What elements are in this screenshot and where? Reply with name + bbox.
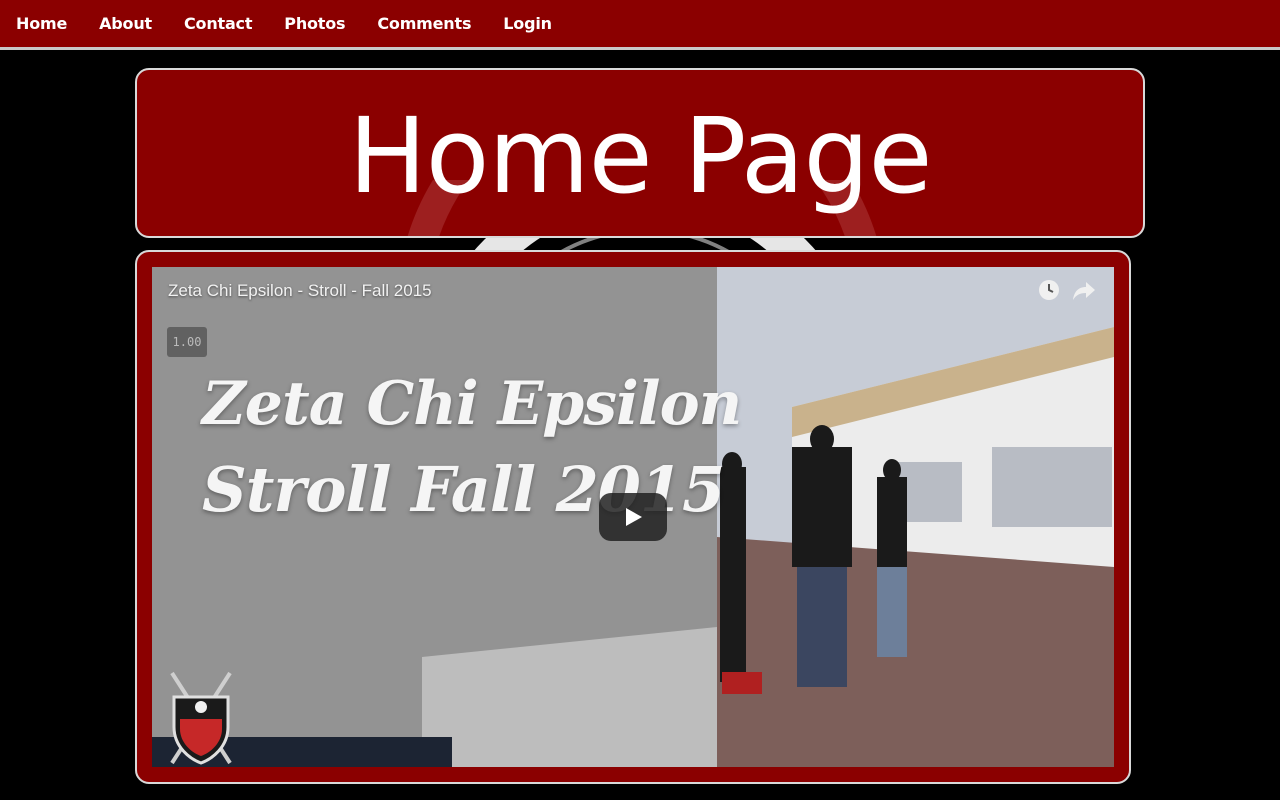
nav-login-link[interactable]: Login — [503, 14, 552, 33]
share-icon[interactable] — [1072, 279, 1096, 301]
video-overlay-title: Zeta Chi Epsilon — [202, 369, 742, 439]
play-button[interactable] — [599, 493, 667, 541]
title-panel: Home Page — [135, 68, 1145, 238]
nav-comments-link[interactable]: Comments — [377, 14, 471, 33]
page-title: Home Page — [348, 95, 933, 217]
nav-about-link[interactable]: About — [99, 14, 152, 33]
video-title[interactable]: Zeta Chi Epsilon - Stroll - Fall 2015 — [168, 281, 432, 301]
channel-logo-icon — [170, 671, 232, 765]
nav-photos-link[interactable]: Photos — [284, 14, 345, 33]
playback-speed-badge: 1.00 — [167, 327, 207, 357]
nav-contact-link[interactable]: Contact — [184, 14, 253, 33]
nav-home-link[interactable]: Home — [16, 14, 67, 33]
watch-later-icon[interactable] — [1038, 279, 1060, 301]
embedded-video-player[interactable]: Zeta Chi Epsilon - Stroll - Fall 2015 1.… — [152, 267, 1114, 767]
play-icon — [626, 508, 642, 526]
top-navbar: Home About Contact Photos Comments Login — [0, 0, 1280, 50]
video-panel: Zeta Chi Epsilon - Stroll - Fall 2015 1.… — [135, 250, 1131, 784]
